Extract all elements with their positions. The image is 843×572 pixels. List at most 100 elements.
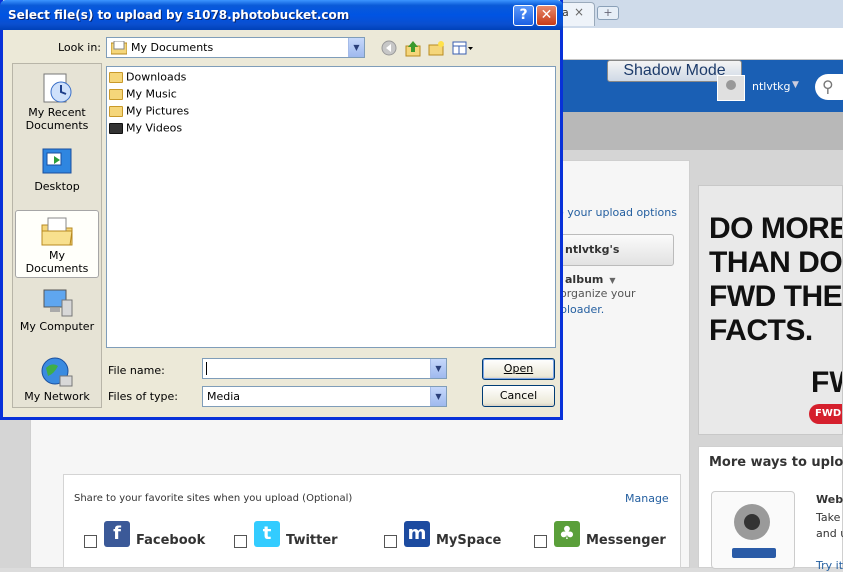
open-button-label: Open: [503, 362, 534, 375]
advertisement[interactable]: DO MORE THAN DO FWD THE FACTS. FW FWD: [698, 185, 843, 435]
file-name: Downloads: [126, 70, 187, 84]
messenger-icon: ♣: [554, 521, 580, 547]
pictures-folder-icon: [109, 105, 123, 117]
ad-line-3: FWD THE: [709, 280, 843, 313]
ad-line-4: FACTS.: [709, 314, 813, 347]
list-item[interactable]: Downloads: [109, 70, 186, 86]
avatar[interactable]: [717, 75, 745, 101]
file-name-label: File name:: [108, 364, 165, 377]
my-computer-icon: [43, 289, 73, 317]
recent-documents-icon: [43, 73, 72, 103]
search-input[interactable]: ⚲: [815, 74, 843, 100]
address-bar[interactable]: [560, 28, 843, 60]
ad-line-1: DO MORE: [709, 212, 843, 245]
view-menu-icon[interactable]: [452, 40, 474, 57]
look-in-value: My Documents: [131, 41, 214, 54]
files-of-type-select[interactable]: Media ▼: [202, 386, 447, 407]
help-button[interactable]: ?: [513, 5, 534, 26]
open-button[interactable]: Open: [482, 358, 555, 380]
place-label: My Documents: [25, 249, 89, 275]
myspace-icon: m: [404, 521, 430, 547]
file-list[interactable]: Downloads My Music My Pictures My Videos: [106, 66, 556, 348]
file-name: My Pictures: [126, 104, 190, 118]
webcam-title: Webc: [816, 493, 843, 506]
manage-link[interactable]: Manage: [625, 492, 669, 505]
ad-fwd-badge: FWD: [809, 404, 842, 424]
facebook-label: Facebook: [136, 533, 206, 548]
desktop-icon: [42, 148, 72, 174]
dialog-title-bar[interactable]: Select file(s) to upload by s1078.photob…: [0, 0, 563, 30]
list-item[interactable]: My Music: [109, 87, 177, 103]
organize-line: organize your: [560, 287, 636, 300]
twitter-label: Twitter: [286, 533, 338, 548]
file-name: My Videos: [126, 121, 183, 135]
place-my-network[interactable]: My Network: [15, 352, 99, 420]
chevron-down-icon[interactable]: ▼: [430, 359, 446, 378]
chevron-down-icon: ▼: [609, 276, 616, 285]
myspace-label: MySpace: [436, 533, 502, 548]
messenger-label: Messenger: [586, 533, 666, 548]
look-in-select[interactable]: My Documents ▼: [106, 37, 365, 58]
files-of-type-label: Files of type:: [108, 390, 179, 403]
webcam-card[interactable]: [711, 491, 795, 569]
new-folder-icon[interactable]: [428, 40, 445, 57]
cancel-button[interactable]: Cancel: [482, 385, 555, 407]
my-documents-icon: [41, 217, 73, 246]
webcam-try-link[interactable]: Try it: [816, 559, 843, 572]
place-label: My Recent Documents: [25, 106, 89, 132]
twitter-checkbox[interactable]: [234, 535, 247, 548]
list-item[interactable]: My Videos: [109, 121, 182, 137]
text-caret: [206, 362, 207, 375]
myspace-checkbox[interactable]: [384, 535, 397, 548]
browser-tab-title: a: [562, 6, 569, 19]
more-ways-title: More ways to uploa: [709, 455, 843, 470]
folder-icon: [109, 71, 123, 83]
ad-fw-text: FW: [811, 366, 842, 399]
place-my-recent-documents[interactable]: My Recent Documents: [15, 68, 99, 136]
place-label: My Network: [24, 390, 90, 403]
upload-options-link[interactable]: e your upload options: [557, 206, 677, 219]
facebook-icon: f: [104, 521, 130, 547]
tab-close-icon[interactable]: ×: [574, 5, 584, 19]
my-network-icon: [41, 357, 73, 387]
header-band: [560, 112, 843, 152]
messenger-checkbox[interactable]: [534, 535, 547, 548]
chevron-down-icon[interactable]: ▼: [430, 387, 446, 406]
file-upload-dialog: Select file(s) to upload by s1078.photob…: [0, 0, 563, 420]
look-in-label: Look in:: [58, 41, 101, 54]
album-select[interactable]: ntlvtkg's album ▼: [558, 234, 674, 286]
webcam-icon: [734, 504, 770, 540]
file-name: My Music: [126, 87, 177, 101]
username-link[interactable]: ntlvtkg: [752, 80, 791, 93]
facebook-checkbox[interactable]: [84, 535, 97, 548]
share-panel: Share to your favorite sites when you up…: [63, 474, 681, 568]
list-item[interactable]: My Pictures: [109, 104, 189, 120]
new-tab-button[interactable]: +: [597, 6, 619, 20]
organize-text: organize your ploader.: [560, 286, 636, 318]
place-my-computer[interactable]: My Computer: [15, 282, 99, 350]
search-icon[interactable]: ⚲: [822, 77, 834, 96]
place-my-documents[interactable]: My Documents: [15, 210, 99, 278]
more-ways-panel: More ways to uploa Webc Take and u Try i…: [698, 446, 843, 572]
twitter-icon: t: [254, 521, 280, 547]
my-documents-folder-icon: [111, 41, 127, 55]
videos-folder-icon: [109, 122, 123, 134]
dialog-title: Select file(s) to upload by s1078.photob…: [8, 8, 350, 22]
file-name-input[interactable]: ▼: [202, 358, 447, 379]
webcam-desc-1: Take: [816, 511, 841, 524]
place-label: Desktop: [34, 180, 80, 193]
close-button[interactable]: ✕: [536, 5, 557, 26]
place-label: My Computer: [19, 320, 95, 333]
webcam-base: [732, 548, 776, 558]
back-icon[interactable]: [381, 40, 398, 57]
music-folder-icon: [109, 88, 123, 100]
files-of-type-value: Media: [207, 390, 241, 403]
chevron-down-icon[interactable]: ▼: [792, 80, 799, 90]
up-one-level-icon[interactable]: [405, 40, 422, 57]
webcam-desc-2: and u: [816, 527, 843, 540]
share-description: Share to your favorite sites when you up…: [74, 493, 353, 504]
uploader-link[interactable]: ploader.: [560, 302, 636, 318]
places-bar: My Recent Documents Desktop My Documents: [12, 63, 102, 408]
chevron-down-icon[interactable]: ▼: [348, 38, 364, 57]
place-desktop[interactable]: Desktop: [15, 142, 99, 210]
